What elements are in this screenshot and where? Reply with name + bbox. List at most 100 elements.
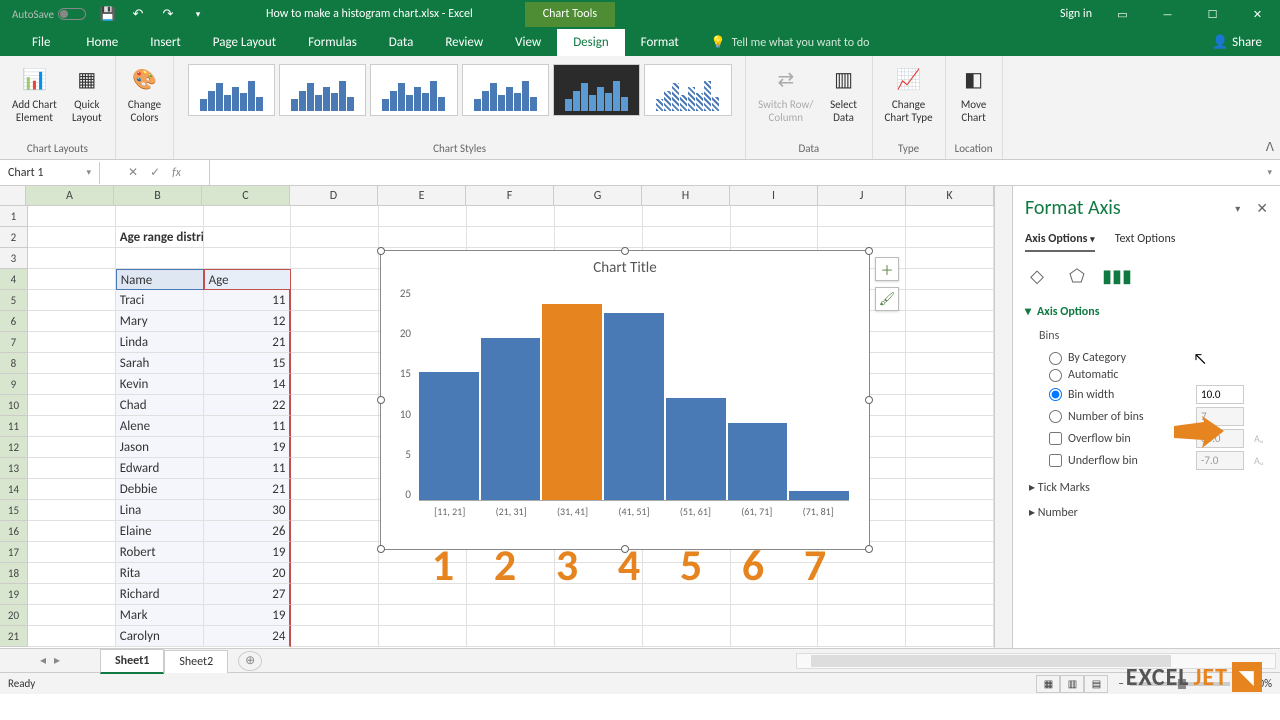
cell[interactable] (28, 353, 116, 374)
tab-home[interactable]: Home (70, 29, 134, 56)
cell[interactable] (555, 227, 643, 248)
chart-style-thumb[interactable] (370, 64, 457, 116)
cell[interactable] (467, 206, 555, 227)
cell[interactable] (291, 269, 379, 290)
section-tick-marks[interactable]: ▸ Tick Marks (1025, 480, 1268, 495)
resize-handle-sw[interactable] (377, 545, 385, 553)
vertical-scrollbar[interactable] (994, 186, 1012, 648)
resize-handle-e[interactable] (865, 396, 873, 404)
cell[interactable] (906, 206, 994, 227)
col-header-K[interactable]: K (906, 186, 994, 205)
signin-link[interactable]: Sign in (1060, 7, 1092, 21)
cell[interactable]: Name (116, 269, 204, 290)
tab-format[interactable]: Format (625, 29, 695, 56)
cell[interactable] (28, 416, 116, 437)
cell[interactable] (28, 479, 116, 500)
cell[interactable] (291, 521, 379, 542)
chart-bar[interactable] (481, 338, 541, 500)
row-header-20[interactable]: 20 (0, 605, 28, 626)
cancel-formula-icon[interactable]: ✕ (128, 165, 138, 180)
cell[interactable] (291, 206, 379, 227)
cell[interactable] (116, 206, 204, 227)
cell[interactable]: Linda (116, 332, 204, 353)
row-header-1[interactable]: 1 (0, 206, 28, 227)
row-header-6[interactable]: 6 (0, 311, 28, 332)
move-chart-button[interactable]: ◧ Move Chart (952, 60, 996, 128)
cell[interactable] (906, 416, 994, 437)
cell[interactable] (291, 290, 379, 311)
option-underflow-bin[interactable]: Underflow binAᵤ (1049, 451, 1268, 470)
cell[interactable]: 11 (204, 458, 292, 479)
cell[interactable]: Age (204, 269, 292, 290)
cell[interactable]: 19 (204, 605, 292, 626)
cell[interactable] (379, 227, 467, 248)
cell[interactable]: Lina (116, 500, 204, 521)
col-header-H[interactable]: H (642, 186, 730, 205)
option-number-of-bins[interactable]: Number of bins (1049, 407, 1268, 426)
cell[interactable]: Mary (116, 311, 204, 332)
cell[interactable]: Edward (116, 458, 204, 479)
row-header-3[interactable]: 3 (0, 248, 28, 269)
cell[interactable]: 19 (204, 437, 292, 458)
row-header-2[interactable]: 2 (0, 227, 28, 248)
row-header-5[interactable]: 5 (0, 290, 28, 311)
chart-bar[interactable] (728, 423, 788, 500)
col-header-G[interactable]: G (554, 186, 642, 205)
embedded-chart[interactable]: Chart Title 2520151050 [11, 21](21, 31](… (380, 250, 870, 550)
cell[interactable] (28, 584, 116, 605)
cell[interactable] (28, 605, 116, 626)
col-header-A[interactable]: A (26, 186, 114, 205)
pane-section-header[interactable]: ▾ Axis Options (1025, 304, 1268, 319)
cell[interactable]: Debbie (116, 479, 204, 500)
formula-expand-icon[interactable]: ▾ (1259, 167, 1280, 178)
cell[interactable] (291, 458, 379, 479)
redo-icon[interactable]: ↷ (160, 6, 176, 22)
cell[interactable]: 30 (204, 500, 292, 521)
cell[interactable] (379, 626, 467, 647)
close-icon[interactable]: ✕ (1235, 0, 1280, 28)
chart-plot-area[interactable]: 2520151050 (415, 287, 849, 501)
chart-bar[interactable] (789, 491, 849, 500)
col-header-D[interactable]: D (290, 186, 378, 205)
sheet-tab-sheet1[interactable]: Sheet1 (100, 649, 164, 674)
cell[interactable] (906, 584, 994, 605)
cell[interactable] (291, 563, 379, 584)
cell[interactable]: 11 (204, 416, 292, 437)
cell[interactable] (291, 479, 379, 500)
effects-icon[interactable]: ⬠ (1065, 264, 1089, 288)
cell[interactable] (906, 479, 994, 500)
cell[interactable] (291, 416, 379, 437)
cell[interactable] (28, 269, 116, 290)
tab-data[interactable]: Data (373, 29, 430, 56)
row-header-21[interactable]: 21 (0, 626, 28, 647)
resize-handle-nw[interactable] (377, 247, 385, 255)
cell[interactable] (291, 542, 379, 563)
cell[interactable] (28, 521, 116, 542)
col-header-C[interactable]: C (202, 186, 290, 205)
add-chart-element-button[interactable]: 📊 Add Chart Element (6, 60, 63, 128)
cell[interactable]: Robert (116, 542, 204, 563)
cell[interactable] (28, 332, 116, 353)
cell[interactable] (731, 206, 819, 227)
cell[interactable]: 15 (204, 353, 292, 374)
cell[interactable] (28, 374, 116, 395)
change-chart-type-button[interactable]: 📈 Change Chart Type (879, 60, 939, 128)
cell[interactable]: 12 (204, 311, 292, 332)
cell[interactable]: 26 (204, 521, 292, 542)
cell[interactable] (116, 248, 204, 269)
cell[interactable] (818, 206, 906, 227)
cell[interactable] (28, 311, 116, 332)
cell[interactable] (555, 605, 643, 626)
row-header-16[interactable]: 16 (0, 521, 28, 542)
cell[interactable] (906, 311, 994, 332)
formula-input[interactable] (210, 169, 1259, 177)
col-header-E[interactable]: E (378, 186, 466, 205)
cell[interactable] (906, 542, 994, 563)
row-header-13[interactable]: 13 (0, 458, 28, 479)
cell[interactable] (906, 500, 994, 521)
cell[interactable]: Age range distribution (116, 227, 204, 248)
row-header-11[interactable]: 11 (0, 416, 28, 437)
tab-view[interactable]: View (499, 29, 557, 56)
cell[interactable]: 22 (204, 395, 292, 416)
underflow-input[interactable] (1196, 451, 1244, 470)
